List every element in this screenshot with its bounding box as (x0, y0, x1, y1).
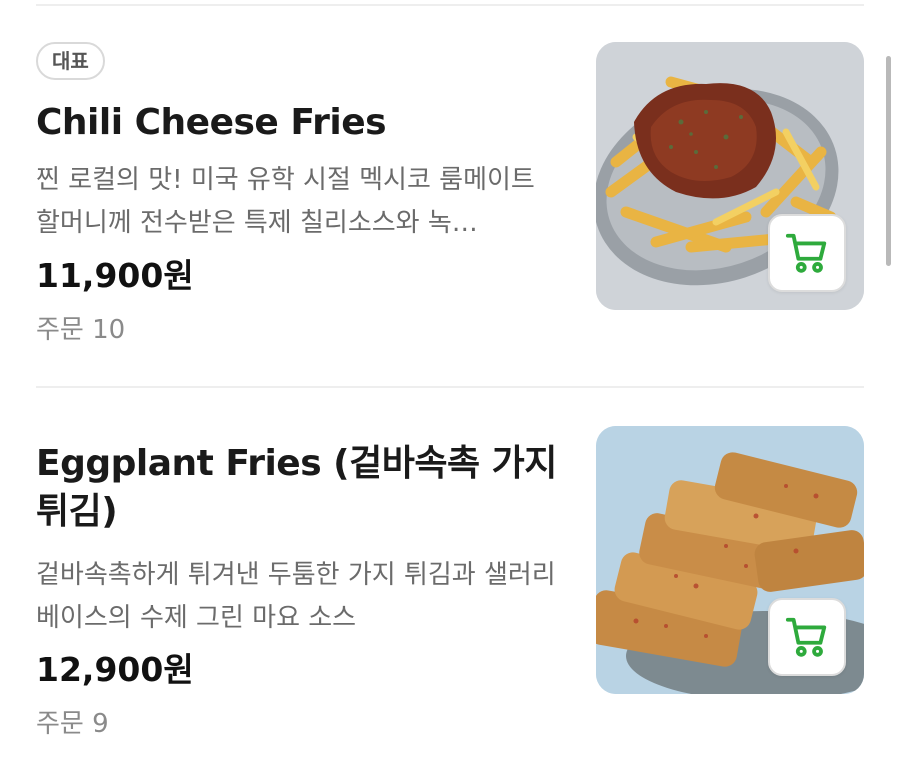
item-name: Chili Cheese Fries (36, 102, 387, 143)
scrollbar[interactable] (886, 56, 891, 266)
signature-badge: 대표 (36, 42, 105, 80)
item-order-count: 주문 9 (36, 709, 109, 739)
cart-icon (785, 233, 827, 273)
menu-item-eggplant-fries[interactable]: Eggplant Fries (겉바속촉 가지 튀김) 겉바속촉하게 튀겨낸 두… (0, 388, 900, 768)
add-to-cart-button[interactable] (768, 214, 846, 292)
item-price: 11,900원 (36, 256, 194, 295)
eggplant-fries-image[interactable] (596, 426, 864, 694)
item-name: Eggplant Fries (겉바속촉 가지 튀김) (36, 443, 557, 532)
chili-cheese-fries-image[interactable] (596, 42, 864, 310)
item-order-count: 주문 10 (36, 315, 126, 345)
menu-list-screen: 대표 Chili Cheese Fries 찐 로컬의 맛! 미국 유학 시절 … (0, 0, 900, 768)
add-to-cart-button[interactable] (768, 598, 846, 676)
item-price: 12,900원 (36, 650, 194, 689)
cart-icon (785, 617, 827, 657)
menu-item-chili-cheese-fries[interactable]: 대표 Chili Cheese Fries 찐 로컬의 맛! 미국 유학 시절 … (0, 0, 900, 386)
item-description: 찐 로컬의 맛! 미국 유학 시절 멕시코 룸메이트 할머니께 전수받은 특제 … (36, 165, 535, 238)
item-description: 겉바속촉하게 튀겨낸 두툼한 가지 튀김과 샐러리 베이스의 수제 그린 마요 … (36, 560, 556, 633)
